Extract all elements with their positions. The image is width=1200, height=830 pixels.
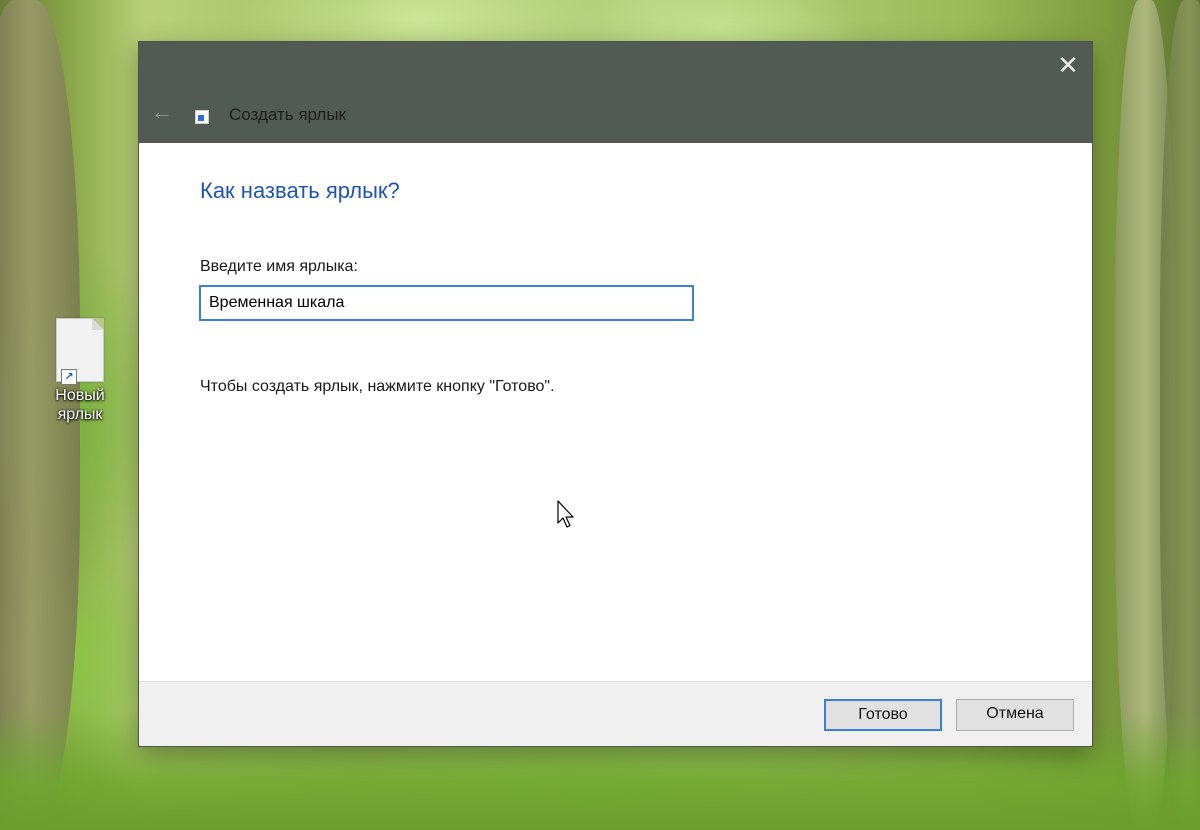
dialog-button-bar: Готово Отмена [139,681,1092,746]
shortcut-file-icon: ↗ [56,318,104,385]
shortcut-name-input[interactable] [199,285,694,321]
shortcut-arrow-icon: ↗ [61,369,77,385]
finish-button[interactable]: Готово [824,699,942,731]
cancel-button[interactable]: Отмена [956,699,1074,731]
desktop-shortcut-label-line2: ярлык [57,406,103,423]
back-arrow-icon[interactable]: ← [149,100,175,124]
close-button[interactable]: ✕ [1044,42,1092,88]
create-shortcut-dialog: ✕ ← Создать ярлык Как назвать ярлык? Вве… [139,42,1092,746]
page-heading: Как назвать ярлык? [200,178,400,203]
desktop-shortcut-label-line1: Новый [55,387,105,404]
desktop-shortcut-new[interactable]: ↗ Новый ярлык [44,318,116,424]
desktop-background: ↗ Новый ярлык ✕ ← Создать ярлык Как назв… [0,0,1200,830]
shortcut-wizard-icon [195,110,209,124]
wizard-title: Создать ярлык [229,105,346,124]
finish-hint-text: Чтобы создать ярлык, нажмите кнопку "Гот… [200,378,555,395]
shortcut-name-label: Введите имя ярлыка: [200,258,358,275]
tree-trunk-far-right [1160,0,1200,830]
title-bar[interactable]: ✕ ← Создать ярлык [139,42,1092,143]
mouse-pointer-icon [557,500,574,528]
